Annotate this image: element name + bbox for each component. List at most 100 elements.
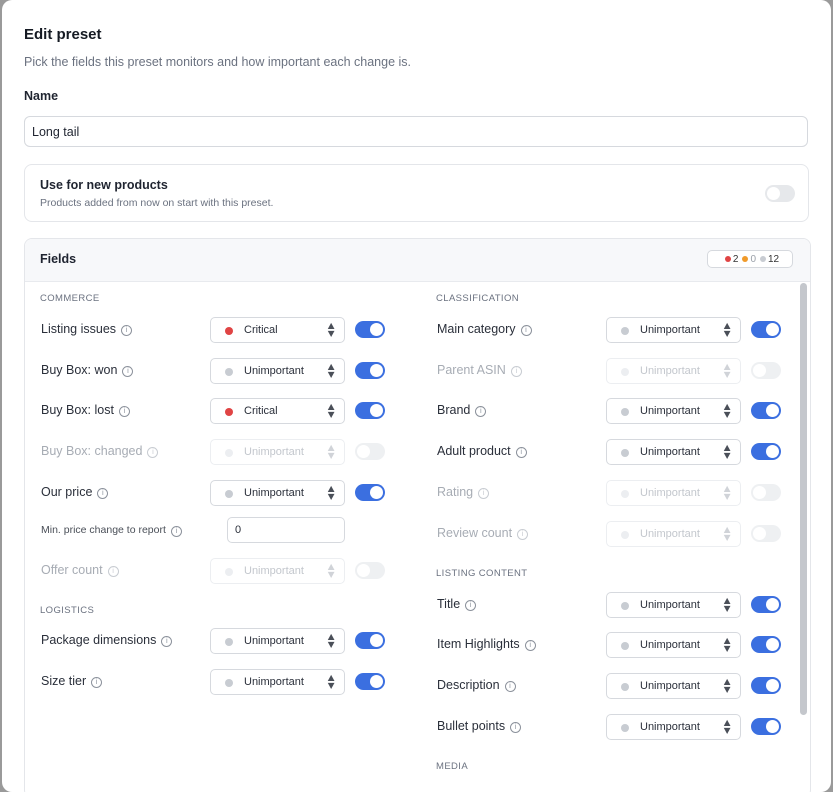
- severity-value: Unimportant: [244, 565, 304, 577]
- field-toggle[interactable]: [355, 321, 385, 338]
- name-input[interactable]: [24, 116, 808, 147]
- info-icon[interactable]: i: [161, 636, 173, 647]
- field-toggle[interactable]: [751, 525, 781, 542]
- field-row-review-count: Review count i Unimportant ▲ ▼: [437, 521, 782, 547]
- severity-select[interactable]: Unimportant ▲ ▼: [606, 673, 741, 699]
- severity-select[interactable]: Unimportant ▲ ▼: [210, 628, 345, 654]
- info-icon[interactable]: i: [170, 526, 182, 537]
- field-toggle[interactable]: [751, 402, 781, 419]
- important-dot-icon: [742, 256, 749, 262]
- info-icon[interactable]: i: [97, 488, 109, 499]
- severity-select[interactable]: Unimportant ▲ ▼: [606, 521, 741, 547]
- field-row-our-price: Our price i Unimportant ▲ ▼: [41, 480, 386, 506]
- severity-select[interactable]: Unimportant ▲ ▼: [606, 480, 741, 506]
- field-row-item-highlights: Item Highlights i Unimportant ▲ ▼: [437, 632, 782, 658]
- field-label-text: Buy Box: lost: [41, 403, 114, 417]
- info-icon[interactable]: i: [465, 600, 477, 611]
- field-toggle[interactable]: [355, 673, 385, 690]
- field-toggle[interactable]: [751, 321, 781, 338]
- severity-value: Unimportant: [244, 487, 304, 499]
- field-label: Description i: [437, 678, 516, 692]
- info-icon[interactable]: i: [91, 677, 103, 688]
- section-logistics: LOGISTICS: [40, 605, 95, 616]
- toggle-knob: [753, 486, 766, 499]
- info-icon[interactable]: i: [510, 722, 522, 733]
- field-toggle[interactable]: [751, 636, 781, 653]
- field-toggle[interactable]: [751, 484, 781, 501]
- field-toggle[interactable]: [355, 402, 385, 419]
- section-classification: CLASSIFICATION: [436, 293, 520, 304]
- chevron-up-down-icon: ▲ ▼: [327, 632, 335, 649]
- fields-header: Fields 2 0 12: [25, 239, 810, 282]
- field-toggle[interactable]: [355, 632, 385, 649]
- severity-select[interactable]: Unimportant ▲ ▼: [210, 480, 345, 506]
- severity-value: Unimportant: [640, 487, 700, 499]
- field-label: Item Highlights i: [437, 637, 536, 651]
- severity-select[interactable]: Unimportant ▲ ▼: [606, 714, 741, 740]
- info-icon[interactable]: i: [520, 325, 532, 336]
- severity-dot-icon: [621, 531, 629, 539]
- severity-select[interactable]: Unimportant ▲ ▼: [210, 439, 345, 465]
- chevron-up-down-icon: ▲ ▼: [327, 562, 335, 579]
- info-icon[interactable]: i: [122, 366, 134, 377]
- severity-select[interactable]: Unimportant ▲ ▼: [210, 669, 345, 695]
- scrollbar[interactable]: [800, 283, 807, 715]
- chevron-up-down-icon: ▲ ▼: [723, 636, 731, 653]
- new-products-title: Use for new products: [40, 178, 168, 192]
- field-row-buy-box-changed: Buy Box: changed i Unimportant ▲ ▼: [41, 439, 386, 465]
- severity-value: Critical: [244, 405, 278, 417]
- info-icon[interactable]: i: [475, 406, 487, 417]
- field-label-text: Main category: [437, 322, 516, 336]
- severity-dot-icon: [225, 679, 233, 687]
- info-icon[interactable]: i: [524, 640, 536, 651]
- field-toggle[interactable]: [751, 596, 781, 613]
- field-toggle[interactable]: [751, 718, 781, 735]
- severity-select[interactable]: Unimportant ▲ ▼: [606, 632, 741, 658]
- field-label: Title i: [437, 597, 477, 611]
- severity-select[interactable]: Unimportant ▲ ▼: [606, 358, 741, 384]
- new-products-toggle[interactable]: [765, 185, 795, 202]
- info-icon[interactable]: i: [510, 366, 522, 377]
- severity-select[interactable]: Unimportant ▲ ▼: [210, 358, 345, 384]
- fields-title: Fields: [40, 252, 77, 266]
- toggle-knob: [767, 187, 780, 200]
- field-label: Review count i: [437, 526, 529, 540]
- info-icon[interactable]: i: [121, 325, 133, 336]
- field-row-size-tier: Size tier i Unimportant ▲ ▼: [41, 669, 386, 695]
- field-toggle[interactable]: [751, 443, 781, 460]
- toggle-knob: [370, 323, 383, 336]
- min-price-input[interactable]: [227, 517, 345, 543]
- field-toggle[interactable]: [355, 562, 385, 579]
- severity-select[interactable]: Unimportant ▲ ▼: [606, 592, 741, 618]
- toggle-knob: [766, 679, 779, 692]
- field-label: Offer count i: [41, 563, 119, 577]
- field-toggle[interactable]: [355, 443, 385, 460]
- field-row-buy-box-lost: Buy Box: lost i Critical ▲ ▼: [41, 398, 386, 424]
- severity-select[interactable]: Unimportant ▲ ▼: [606, 439, 741, 465]
- info-icon[interactable]: i: [107, 566, 119, 577]
- info-icon[interactable]: i: [515, 447, 527, 458]
- info-icon[interactable]: i: [118, 406, 130, 417]
- field-toggle[interactable]: [355, 362, 385, 379]
- chevron-up-down-icon: ▲ ▼: [723, 321, 731, 338]
- field-toggle[interactable]: [751, 677, 781, 694]
- severity-select[interactable]: Unimportant ▲ ▼: [606, 317, 741, 343]
- field-toggle[interactable]: [751, 362, 781, 379]
- field-toggle[interactable]: [355, 484, 385, 501]
- field-label-text: Rating: [437, 485, 474, 499]
- info-icon[interactable]: i: [147, 447, 159, 458]
- severity-dot-icon: [225, 490, 233, 498]
- info-icon[interactable]: i: [517, 529, 529, 540]
- severity-dot-icon: [621, 724, 629, 732]
- severity-select[interactable]: Unimportant ▲ ▼: [210, 558, 345, 584]
- info-icon[interactable]: i: [504, 681, 516, 692]
- severity-value: Unimportant: [244, 635, 304, 647]
- info-icon[interactable]: i: [478, 488, 490, 499]
- toggle-knob: [357, 564, 370, 577]
- severity-select[interactable]: Critical ▲ ▼: [210, 317, 345, 343]
- chevron-up-down-icon: ▲ ▼: [723, 362, 731, 379]
- section-commerce: COMMERCE: [40, 293, 100, 304]
- severity-value: Unimportant: [244, 365, 304, 377]
- severity-select[interactable]: Unimportant ▲ ▼: [606, 398, 741, 424]
- severity-select[interactable]: Critical ▲ ▼: [210, 398, 345, 424]
